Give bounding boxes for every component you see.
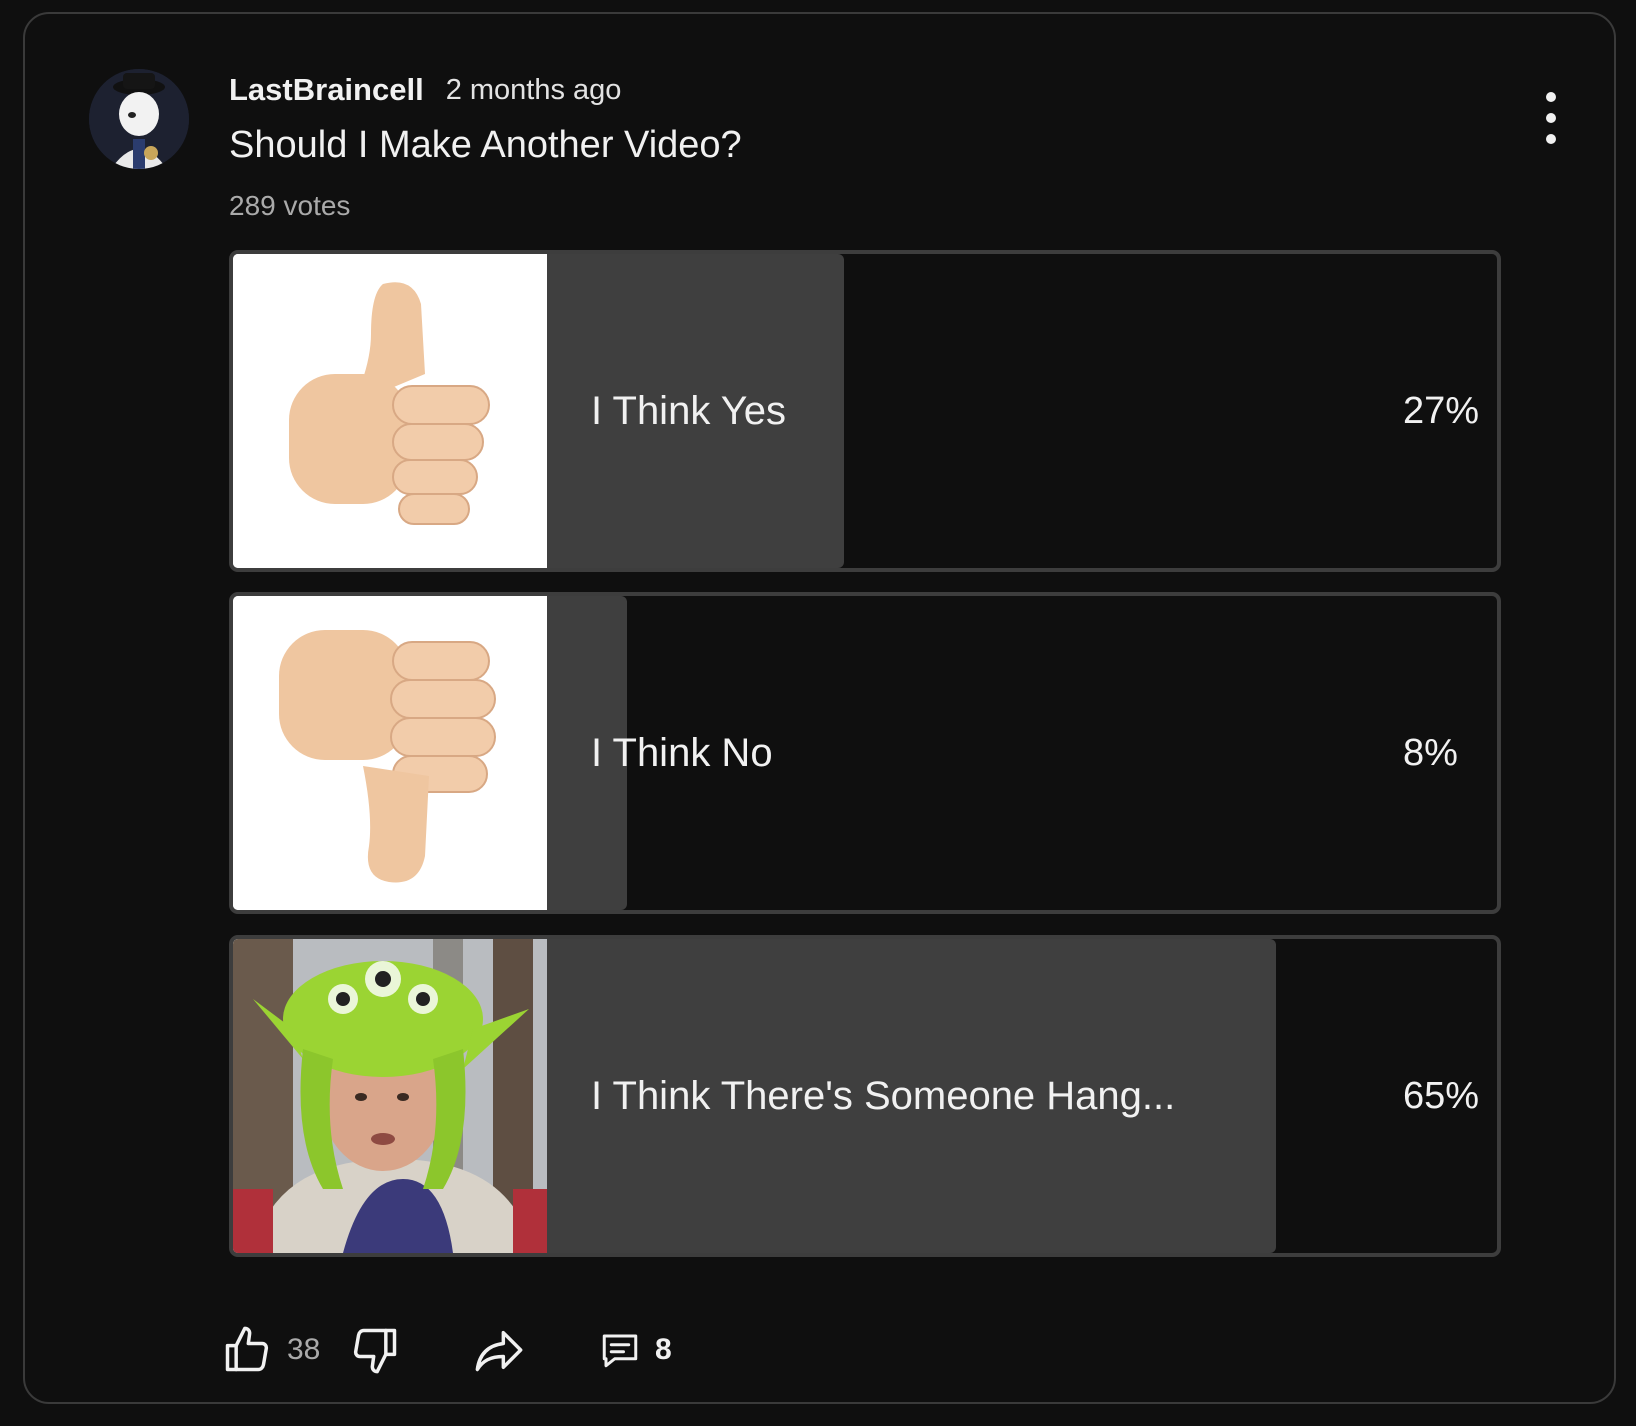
poll-option-no[interactable]: I Think No 8%	[229, 592, 1501, 914]
vote-count: 289 votes	[229, 190, 351, 221]
author-name[interactable]: LastBraincell	[229, 72, 424, 108]
like-count: 38	[287, 1333, 321, 1366]
poll-option-label: I Think Yes	[591, 388, 786, 433]
poll-option-label: I Think No	[591, 730, 773, 775]
thumbs-up-icon	[225, 1326, 269, 1372]
community-post-card: LastBraincell 2 months ago Should I Make…	[23, 12, 1616, 1404]
poll-option-hang[interactable]: I Think There's Someone Hang... 65%	[229, 935, 1501, 1257]
dislike-button[interactable]	[349, 1320, 401, 1380]
share-arrow-icon	[475, 1330, 523, 1372]
thumbs-down-emoji-icon	[233, 596, 547, 910]
comment-count: 8	[655, 1333, 672, 1366]
thumbs-up-emoji-icon	[233, 254, 547, 568]
post-meta: LastBraincell 2 months ago	[229, 70, 621, 110]
poll-option-percent: 27%	[1403, 389, 1480, 432]
person-alien-hat-photo-icon	[233, 939, 547, 1253]
comment-icon	[602, 1334, 638, 1368]
thumbs-down-icon	[353, 1328, 397, 1374]
share-button[interactable]	[471, 1320, 527, 1380]
poll-option-label: I Think There's Someone Hang...	[591, 1073, 1176, 1118]
author-avatar[interactable]	[89, 69, 189, 169]
more-options-icon[interactable]	[1531, 92, 1571, 144]
poll-option-percent: 65%	[1403, 1074, 1480, 1117]
like-button[interactable]: 38	[221, 1320, 320, 1380]
poll-option-yes[interactable]: I Think Yes 27%	[229, 250, 1501, 572]
comments-button[interactable]: 8	[599, 1320, 672, 1380]
post-title: Should I Make Another Video?	[229, 124, 742, 166]
post-time[interactable]: 2 months ago	[446, 74, 622, 107]
poll-option-percent: 8%	[1403, 731, 1458, 774]
